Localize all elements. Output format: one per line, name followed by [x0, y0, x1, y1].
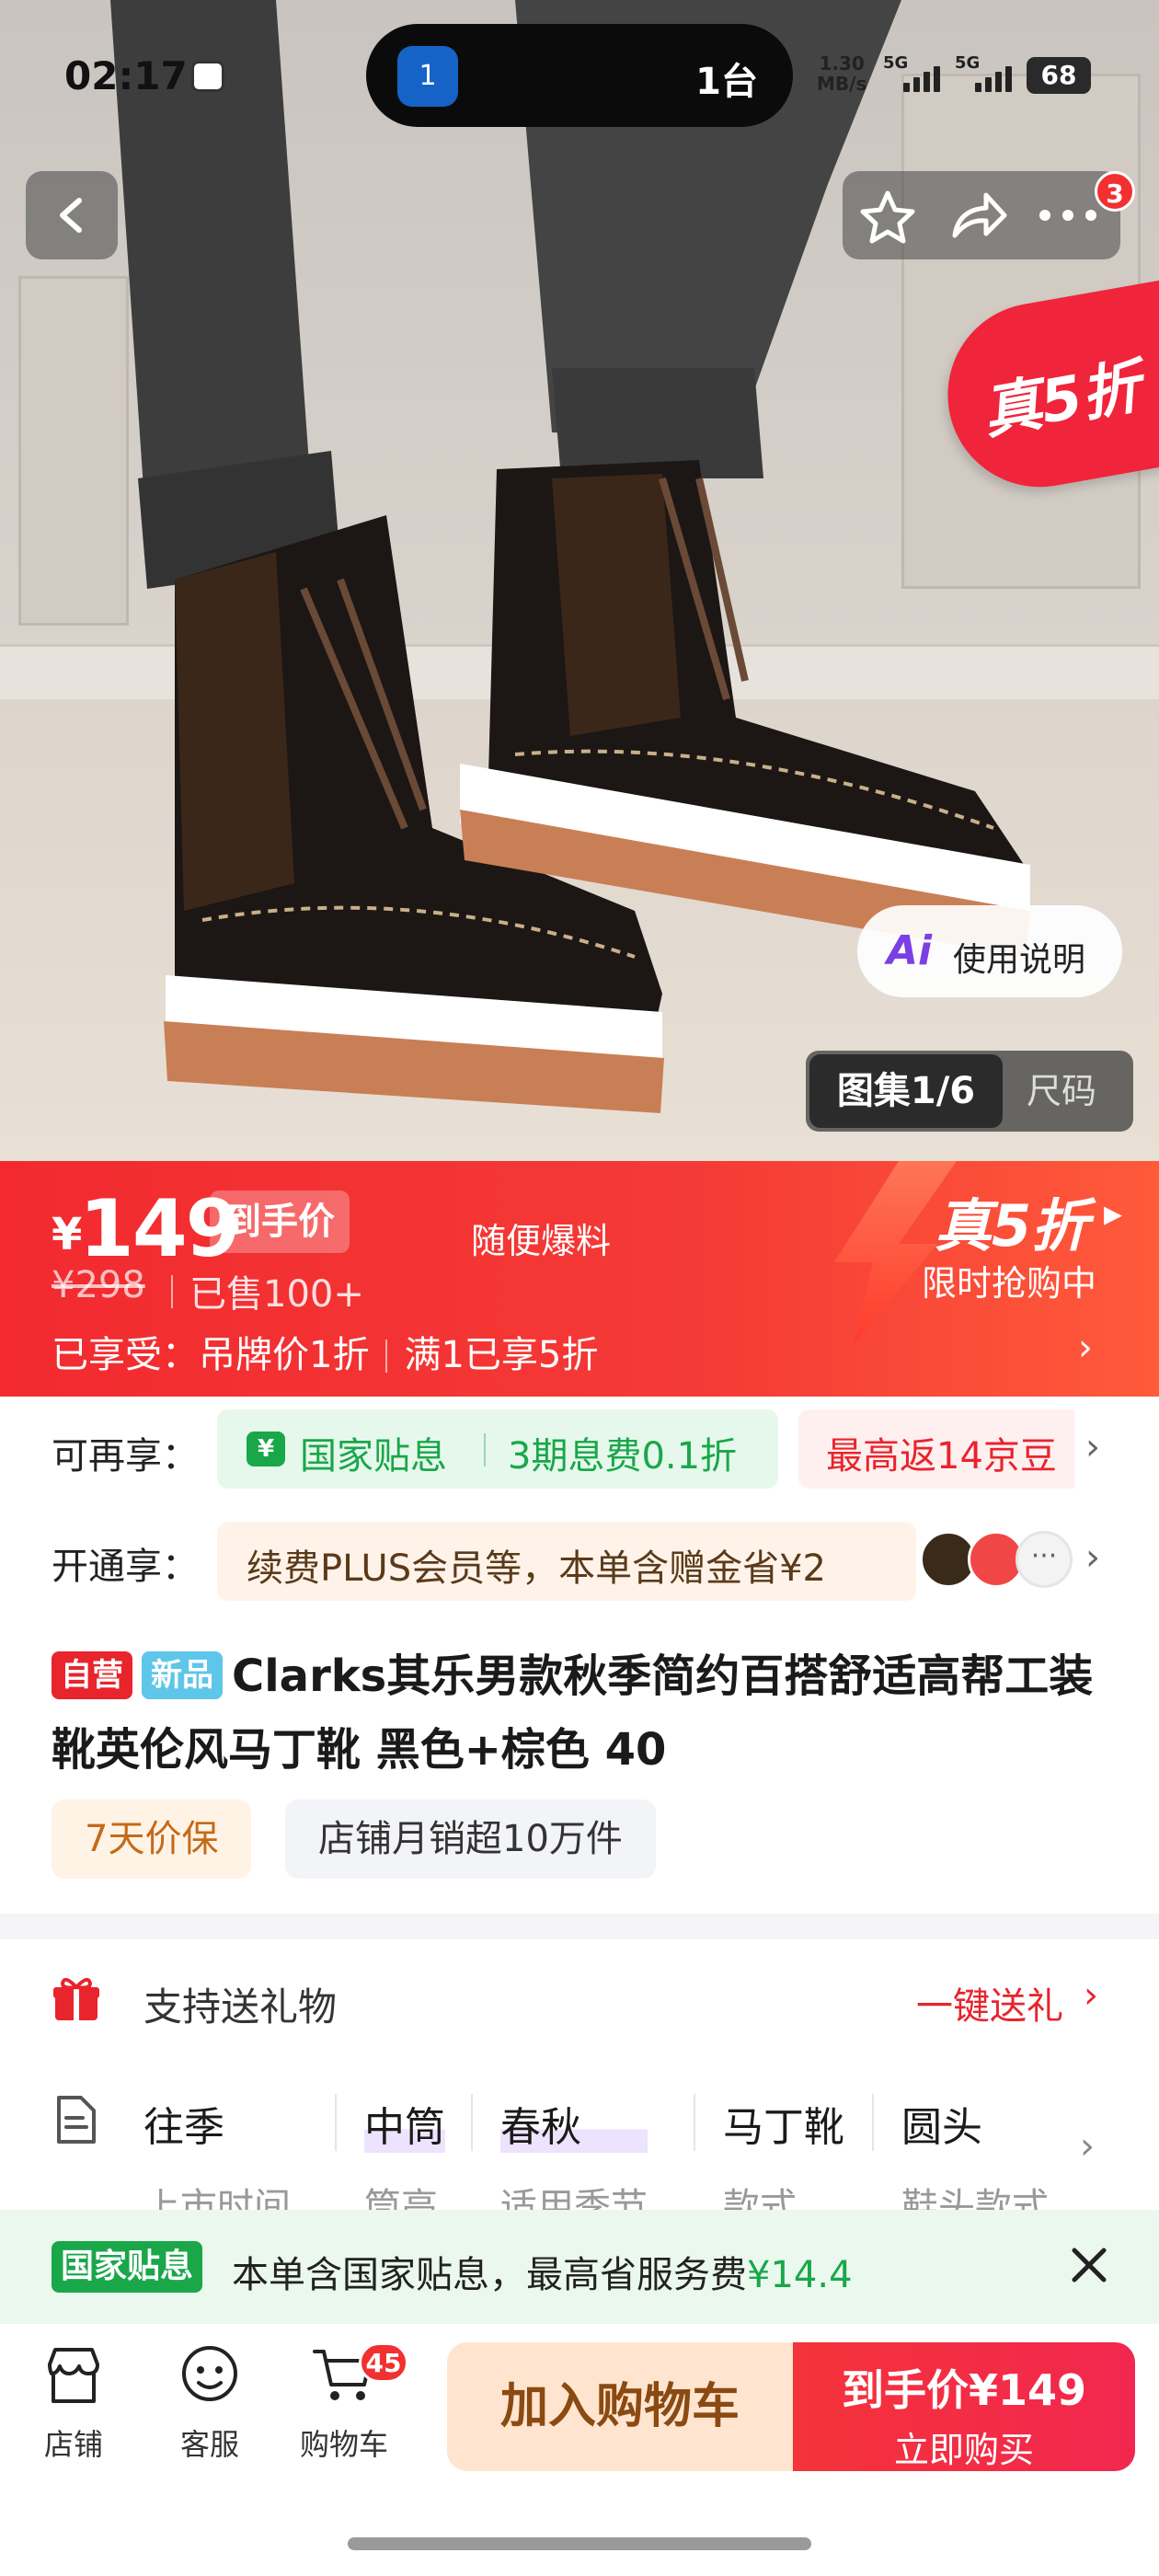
enjoyed-prefix: 已享受：	[52, 1334, 199, 1376]
store-label: 店铺	[43, 2427, 103, 2462]
chat-face-icon	[182, 2346, 237, 2401]
gallery-tab[interactable]: 图集1/6	[809, 1054, 1003, 1128]
sold-count: 已售100+	[171, 1264, 364, 1317]
plus-chip[interactable]: 续费PLUS会员等，本单含赠金省¥2	[217, 1522, 916, 1601]
attr-value: 春秋	[500, 2094, 648, 2153]
usage-guide-button[interactable]: Ai 使用说明	[857, 905, 1122, 997]
flash-sale-label: 限时抢购中	[922, 1263, 1097, 1304]
buy-now-label: 立即购买	[893, 2430, 1034, 2470]
subsidy-badge: 国家贴息	[52, 2241, 203, 2293]
extra-benefits-label: 可再享：	[52, 1435, 199, 1478]
gift-support-label: 支持送礼物	[143, 1984, 338, 2030]
subsidy-message: 本单含国家贴息，最高省服务费	[232, 2254, 747, 2296]
more-icon[interactable]	[1038, 208, 1098, 223]
attr-divider	[335, 2094, 337, 2151]
signal-icon	[903, 63, 940, 92]
promo-corner-text: 真5折	[977, 352, 1146, 448]
store-button[interactable]: 店铺	[18, 2342, 129, 2464]
status-time: 02:17	[64, 53, 188, 98]
section-divider	[0, 1914, 1159, 1939]
close-icon[interactable]	[1069, 2245, 1109, 2285]
customer-service-button[interactable]: 客服	[155, 2342, 265, 2464]
price-banner[interactable]: ¥ 149 到手价 随便爆料 ¥298 已售100+ 已享受：吊牌价1折 满1已享…	[0, 1161, 1159, 1397]
attr-value: 往季	[143, 2104, 224, 2151]
rebate-chip[interactable]: 最高返14京豆	[798, 1409, 1074, 1489]
document-icon	[57, 2096, 96, 2144]
attr-divider	[872, 2094, 874, 2151]
store-icon	[48, 2348, 99, 2403]
home-indicator[interactable]	[348, 2537, 811, 2550]
send-gift-label: 一键送礼	[916, 1985, 1063, 2028]
chevron-right-icon[interactable]: ›	[1078, 1327, 1093, 1369]
buy-now-button[interactable]: 到手价¥149 立即购买	[793, 2342, 1135, 2471]
ai-icon: Ai	[887, 927, 933, 974]
share-icon[interactable]	[949, 190, 1008, 241]
currency-symbol: ¥	[52, 1209, 83, 1260]
chevron-right-icon[interactable]: ›	[1085, 1536, 1100, 1579]
chevron-right-icon[interactable]: ›	[1085, 1426, 1100, 1468]
buy-now-price: 到手价¥149	[841, 2365, 1087, 2415]
product-title: 自营 新品 Clarks其乐男款秋季简约百搭舒适高帮工装靴英伦风马丁靴 黑色+棕色 …	[52, 1639, 1119, 1787]
favorite-star-icon[interactable]	[859, 190, 916, 245]
battery-icon: 68	[1027, 57, 1091, 94]
enjoyed-discounts: 已享受：吊牌价1折 满1已享5折	[52, 1325, 598, 1378]
gift-icon	[53, 1977, 99, 2020]
net-speed: 1.30 MB/s	[817, 53, 866, 94]
island-count: 1台	[695, 61, 758, 103]
final-price-tag: 到手价	[210, 1190, 350, 1253]
attr-value: 圆头	[901, 2104, 982, 2151]
real-discount-label: 真5折	[935, 1192, 1089, 1259]
subsidy-banner[interactable]: 国家贴息 本单含国家贴息，最高省服务费¥14.4	[0, 2210, 1159, 2324]
gallery-switch: 图集1/6 尺码	[806, 1051, 1133, 1132]
signal-icon	[975, 63, 1012, 92]
add-to-cart-button[interactable]: 加入购物车	[447, 2342, 793, 2471]
notification-icon	[191, 61, 224, 92]
chevron-right-icon: ›	[1084, 1974, 1098, 2017]
net-speed-unit: MB/s	[817, 73, 867, 95]
attr-value: 马丁靴	[723, 2104, 844, 2151]
play-arrow-icon: ▸	[1104, 1192, 1123, 1235]
subsidy-icon: ¥	[247, 1432, 285, 1466]
plus-benefits-label: 开通享：	[52, 1546, 199, 1588]
price-protect-chip[interactable]: 7天价保	[52, 1800, 252, 1879]
attr-divider	[694, 2094, 695, 2151]
attr-divider	[471, 2094, 473, 2151]
original-price: ¥298	[52, 1264, 145, 1306]
enjoyed-item-1: 吊牌价1折	[199, 1334, 370, 1376]
message-badge: 3	[1095, 171, 1135, 212]
new-product-tag: 新品	[142, 1651, 223, 1699]
customer-service-label: 客服	[179, 2427, 239, 2462]
cart-label: 购物车	[299, 2427, 388, 2462]
rebate-text: 最高返14京豆	[826, 1435, 1057, 1478]
cart-count-badge: 45	[359, 2342, 408, 2383]
self-operated-tag: 自营	[52, 1651, 132, 1699]
dynamic-island[interactable]: 1 1台	[366, 24, 793, 127]
plus-text: 续费PLUS会员等，本单含赠金省¥2	[247, 1547, 826, 1590]
subsidy-chip[interactable]: ¥ 国家贴息 3期息费0.1折	[217, 1409, 778, 1489]
installment-text: 3期息费0.1折	[508, 1435, 738, 1478]
random-leak-link[interactable]: 随便爆料	[471, 1213, 611, 1263]
store-sales-chip[interactable]: 店铺月销超10万件	[285, 1800, 656, 1879]
nav-actions	[843, 171, 1120, 259]
subsidy-amount: ¥14.4	[747, 2254, 853, 2296]
chevron-right-icon[interactable]: ›	[1080, 2125, 1095, 2168]
enjoyed-item-2: 满1已享5折	[404, 1334, 599, 1376]
usage-guide-label: 使用说明	[953, 941, 1086, 979]
subsidy-banner-text: 本单含国家贴息，最高省服务费¥14.4	[232, 2245, 853, 2298]
net-speed-value: 1.30	[819, 52, 865, 75]
size-tab[interactable]: 尺码	[1027, 1051, 1096, 1132]
product-image[interactable]: 02:17 1 1台 1.30 MB/s 5G 5G 68 3 真5折 Ai 使…	[0, 0, 1159, 1161]
bottom-action-bar: 店铺 客服 购物车 45 加入购物车 到手价¥149 立即购买	[0, 2324, 1159, 2576]
more-icon: ···	[1016, 1531, 1073, 1588]
broadcast-icon: 1	[397, 46, 458, 107]
attr-value: 中筒	[364, 2094, 445, 2153]
subsidy-chip-text: 国家贴息	[300, 1435, 447, 1478]
chevron-left-icon	[60, 198, 82, 233]
back-button[interactable]	[26, 171, 118, 259]
